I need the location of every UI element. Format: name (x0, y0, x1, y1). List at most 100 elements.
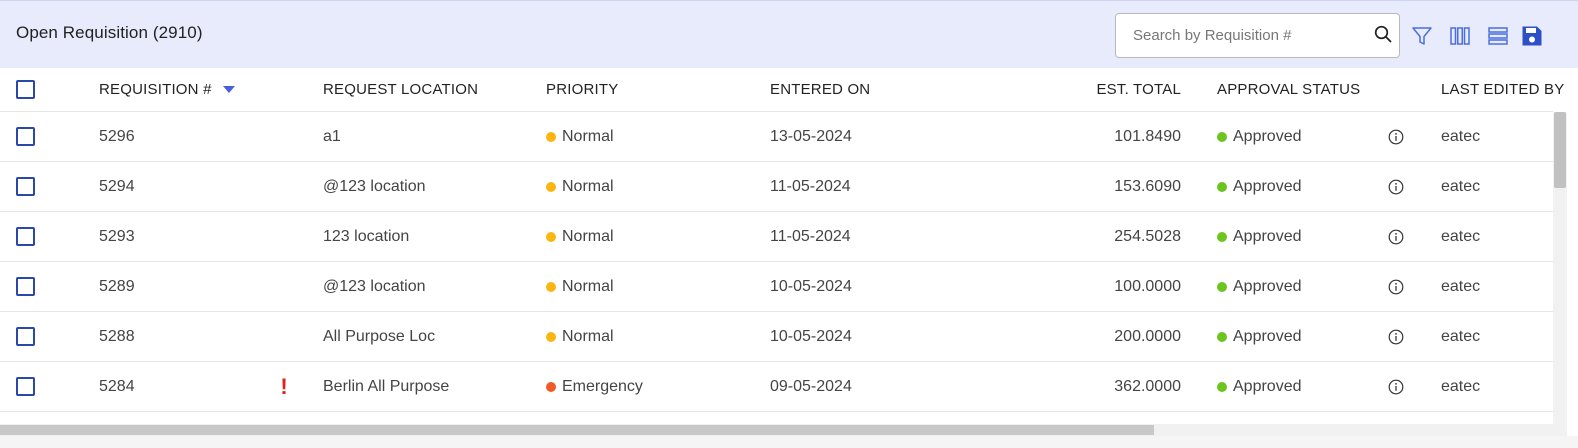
table-row[interactable]: 5288 All Purpose Loc Normal 10-05-2024 200.0… (0, 312, 1553, 362)
priority-label: Normal (562, 327, 614, 345)
status-dot-icon (1217, 131, 1227, 142)
column-header-entered-on[interactable]: ENTERED ON (770, 68, 870, 111)
select-all-checkbox[interactable] (16, 80, 35, 99)
entered-on-date: 11-05-2024 (770, 227, 851, 245)
priority-dot-icon (546, 131, 556, 142)
info-icon[interactable] (1387, 312, 1405, 361)
alert-icon (278, 312, 290, 361)
status-label: Approved (1233, 127, 1302, 145)
table-row[interactable]: 5293 123 location Normal 11-05-2024 254.5028… (0, 212, 1553, 262)
priority-dot-icon (546, 381, 556, 392)
approval-status: Approved (1217, 312, 1302, 361)
column-header-est-total[interactable]: EST. TOTAL (1030, 68, 1181, 111)
column-header-priority[interactable]: PRIORITY (546, 68, 618, 111)
est-total: 200.0000 (1114, 327, 1181, 345)
alert-icon (278, 162, 290, 211)
alert-icon: ! (280, 373, 288, 399)
requisition-number[interactable]: 5294 (99, 162, 135, 211)
last-edited-by: eatec (1441, 377, 1481, 395)
column-header-request-location[interactable]: REQUEST LOCATION (323, 68, 478, 111)
entered-on-date: 10-05-2024 (770, 277, 852, 295)
requisition-number[interactable]: 5296 (99, 112, 135, 161)
status-dot-icon (1217, 381, 1227, 392)
search-input[interactable] (1116, 14, 1366, 57)
request-location: 123 location (323, 227, 410, 245)
status-label: Approved (1233, 327, 1302, 345)
status-label: Approved (1233, 277, 1302, 295)
sort-descending-icon[interactable] (222, 86, 235, 93)
priority-dot-icon (546, 231, 556, 242)
priority: Normal (546, 262, 614, 311)
table-header-row: REQUISITION # REQUEST LOCATION PRIORITY … (0, 68, 1564, 112)
alert-icon (278, 112, 290, 161)
column-header-approval-status[interactable]: APPROVAL STATUS (1217, 68, 1360, 111)
request-location: Berlin All Purpose (323, 377, 450, 395)
requisition-number[interactable]: 5288 (99, 312, 135, 361)
approval-status: Approved (1217, 262, 1302, 311)
last-edited-by: eatec (1441, 277, 1481, 295)
priority-label: Emergency (562, 377, 643, 395)
row-checkbox[interactable] (16, 327, 35, 346)
entered-on-date: 10-05-2024 (770, 327, 852, 345)
row-checkbox[interactable] (16, 127, 35, 146)
info-icon[interactable] (1387, 162, 1405, 211)
column-header-requisition[interactable]: REQUISITION # (99, 68, 235, 111)
status-dot-icon (1217, 281, 1227, 292)
column-header-last-edited-by[interactable]: LAST EDITED BY (1441, 68, 1564, 111)
status-label: Approved (1233, 377, 1302, 395)
est-total: 100.0000 (1114, 277, 1181, 295)
request-location: All Purpose Loc (323, 327, 436, 345)
est-total: 101.8490 (1114, 127, 1181, 145)
info-icon[interactable] (1387, 262, 1405, 311)
row-checkbox[interactable] (16, 277, 35, 296)
priority-label: Normal (562, 277, 614, 295)
table-body: 5296 a1 Normal 13-05-2024 101.8490 Approved ea… (0, 112, 1553, 412)
est-total: 362.0000 (1114, 377, 1181, 395)
priority-label: Normal (562, 177, 614, 195)
approval-status: Approved (1217, 212, 1302, 261)
search-icon[interactable] (1374, 25, 1392, 43)
vertical-scrollbar-thumb[interactable] (1554, 112, 1566, 188)
entered-on-date: 13-05-2024 (770, 127, 852, 145)
approval-status: Approved (1217, 162, 1302, 211)
search-box[interactable] (1115, 13, 1400, 58)
save-icon[interactable] (1521, 25, 1543, 47)
status-dot-icon (1217, 331, 1227, 342)
request-location: a1 (323, 127, 341, 145)
alert-icon (278, 262, 290, 311)
row-checkbox[interactable] (16, 227, 35, 246)
est-total: 254.5028 (1114, 227, 1181, 245)
density-icon[interactable] (1487, 25, 1509, 47)
alert-icon (278, 212, 290, 261)
info-icon[interactable] (1387, 212, 1405, 261)
priority: Emergency (546, 362, 643, 411)
entered-on-date: 09-05-2024 (770, 377, 852, 395)
columns-icon[interactable] (1449, 25, 1471, 47)
info-icon[interactable] (1387, 112, 1405, 161)
last-edited-by: eatec (1441, 127, 1481, 145)
toolbar: Open Requisition (2910) (0, 0, 1578, 68)
status-dot-icon (1217, 181, 1227, 192)
status-label: Approved (1233, 177, 1302, 195)
priority-label: Normal (562, 227, 614, 245)
footer-spacer (0, 436, 1578, 448)
table-row[interactable]: 5296 a1 Normal 13-05-2024 101.8490 Approved ea… (0, 112, 1553, 162)
table-row[interactable]: 5294 @123 location Normal 11-05-2024 153.609… (0, 162, 1553, 212)
priority: Normal (546, 212, 614, 261)
info-icon[interactable] (1387, 362, 1405, 411)
row-checkbox[interactable] (16, 377, 35, 396)
priority: Normal (546, 312, 614, 361)
table-row[interactable]: 5289 @123 location Normal 10-05-2024 100.000… (0, 262, 1553, 312)
requisition-number[interactable]: 5284 (99, 362, 135, 411)
approval-status: Approved (1217, 362, 1302, 411)
priority: Normal (546, 162, 614, 211)
filter-icon[interactable] (1411, 25, 1433, 47)
requisition-number[interactable]: 5289 (99, 262, 135, 311)
status-label: Approved (1233, 227, 1302, 245)
row-checkbox[interactable] (16, 177, 35, 196)
horizontal-scrollbar-thumb[interactable] (0, 425, 1154, 435)
requisition-table: REQUISITION # REQUEST LOCATION PRIORITY … (0, 68, 1564, 412)
requisition-page: Open Requisition (2910) Search by Requis… (0, 0, 1578, 448)
requisition-number[interactable]: 5293 (99, 212, 135, 261)
table-row[interactable]: 5284! Berlin All Purpose Emergency 09-05-20… (0, 362, 1553, 412)
